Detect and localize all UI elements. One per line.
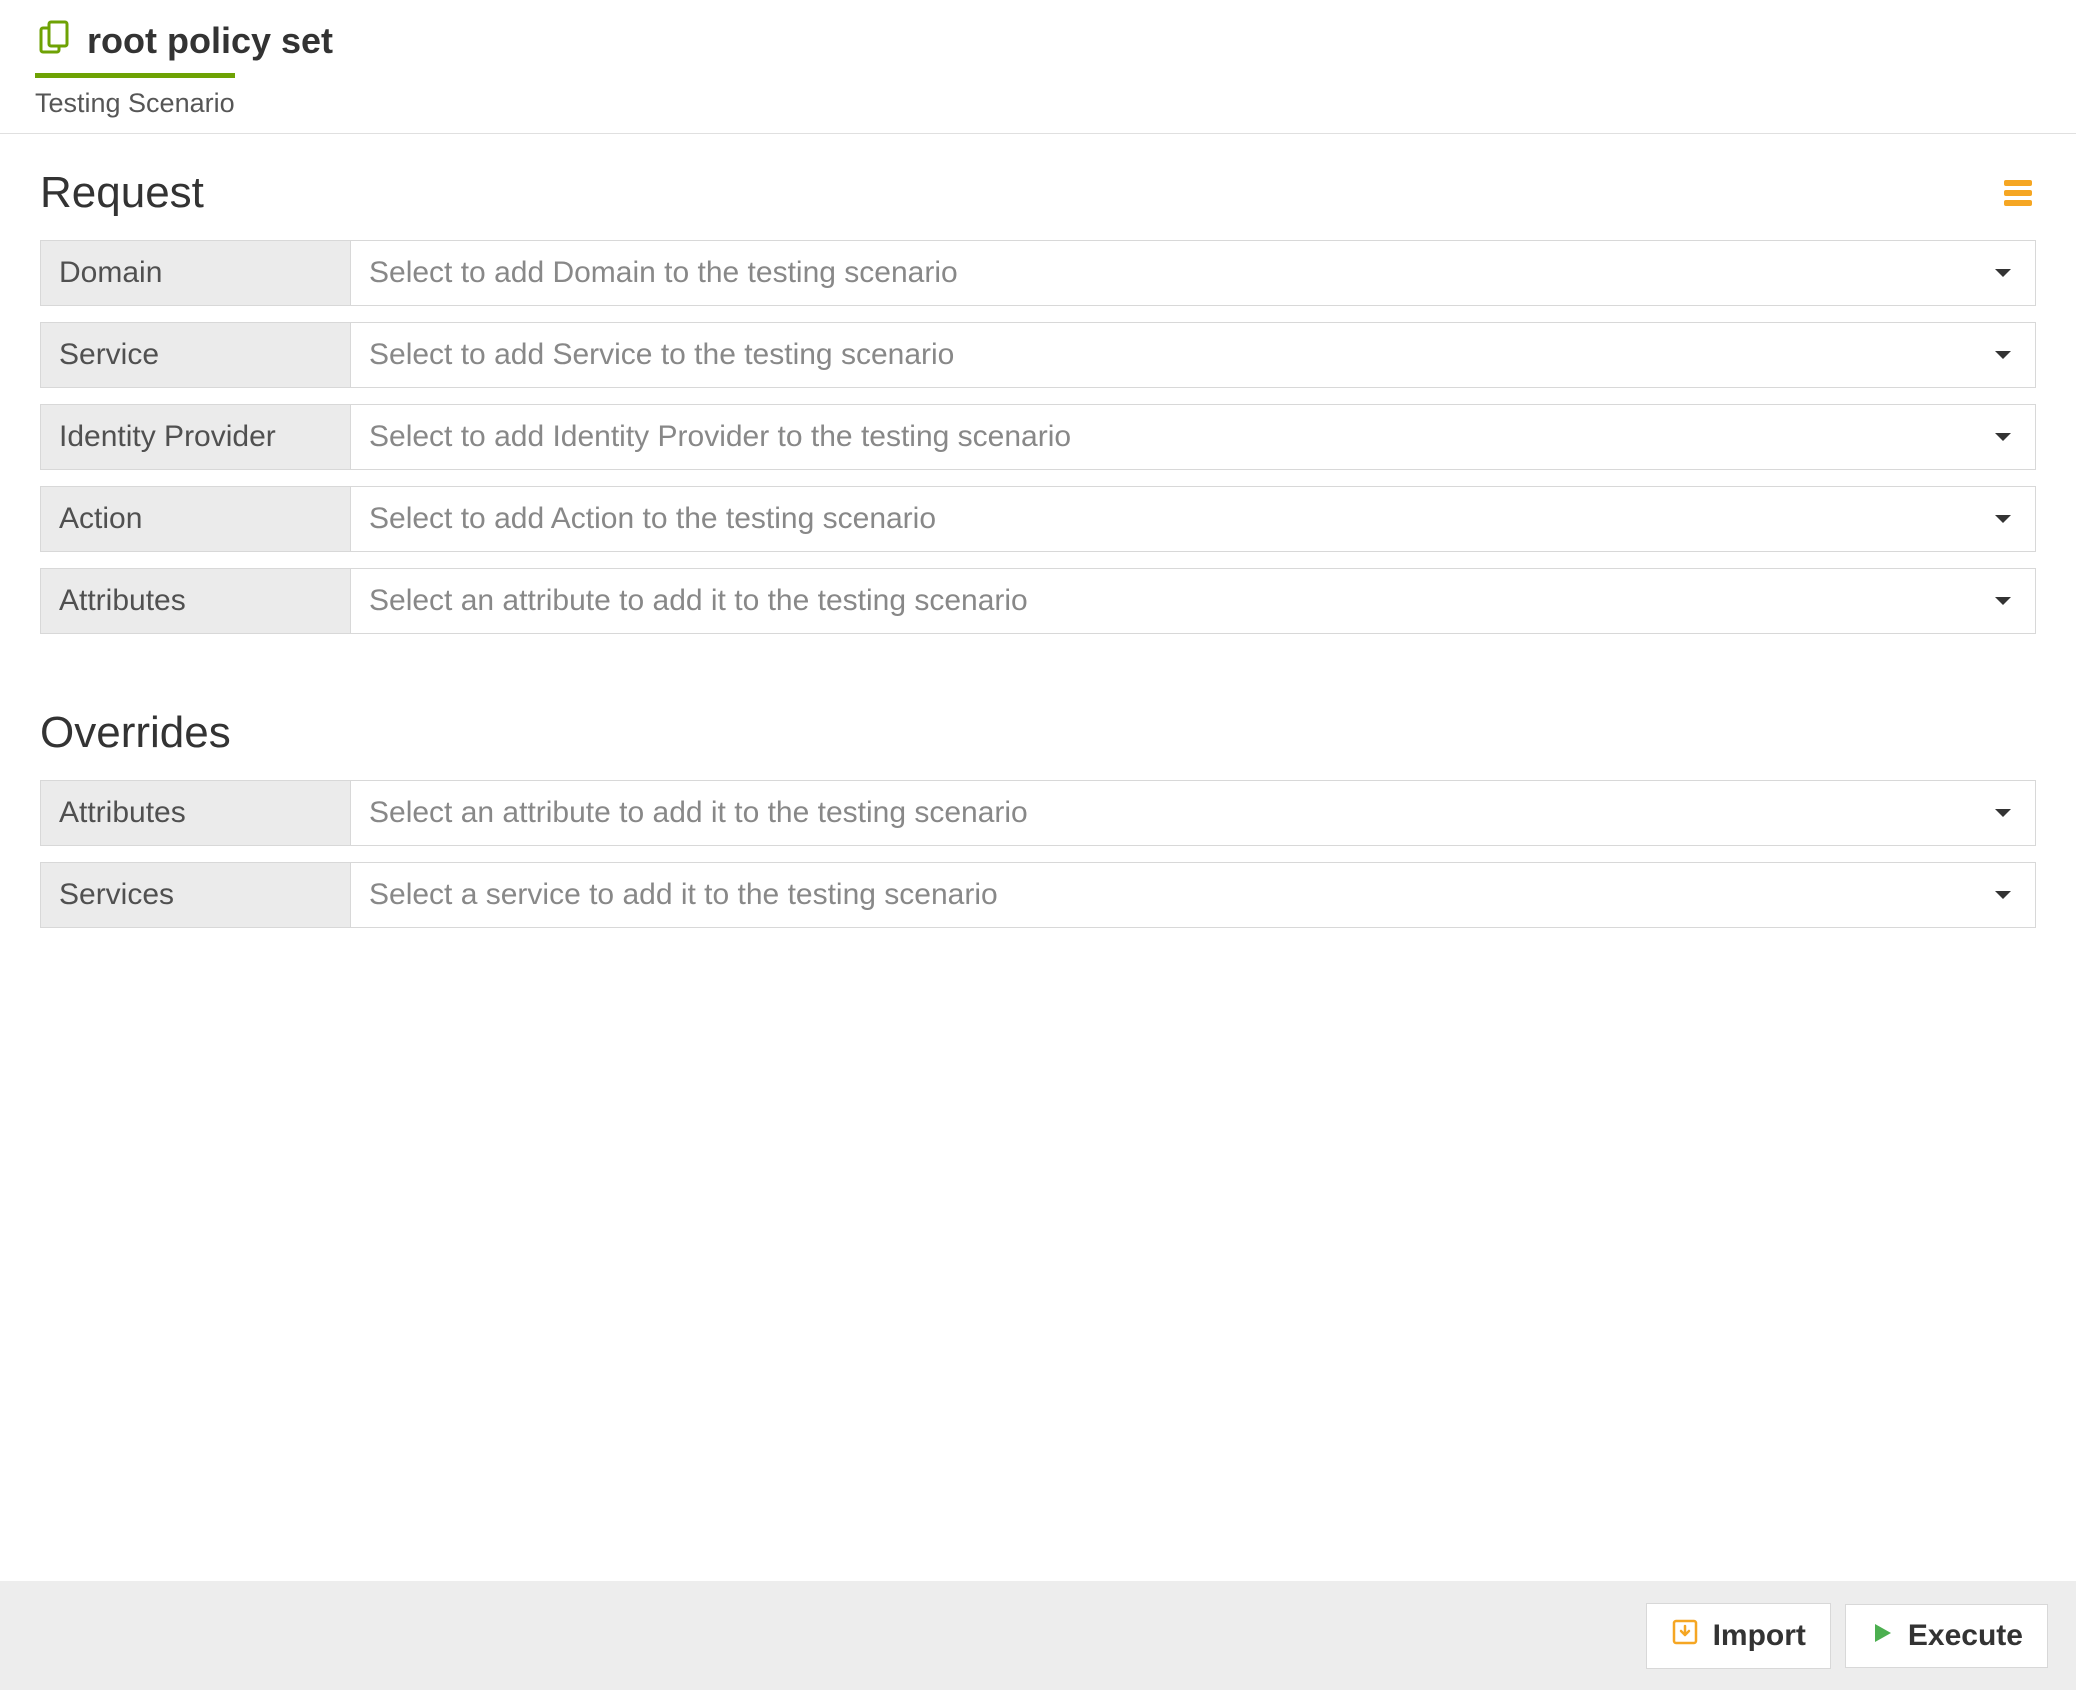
caret-down-icon — [1995, 269, 2011, 277]
label-identity-provider: Identity Provider — [40, 404, 350, 470]
content-area: Request Domain Select to add Domain to t… — [0, 134, 2076, 964]
select-service-placeholder: Select to add Service to the testing sce… — [369, 338, 954, 372]
label-domain: Domain — [40, 240, 350, 306]
select-override-attributes[interactable]: Select an attribute to add it to the tes… — [350, 780, 2036, 846]
page-header: root policy set Testing Scenario — [0, 0, 2076, 134]
select-service[interactable]: Select to add Service to the testing sce… — [350, 322, 2036, 388]
select-identity-provider[interactable]: Select to add Identity Provider to the t… — [350, 404, 2036, 470]
tab-testing-scenario[interactable]: Testing Scenario — [35, 73, 235, 133]
execute-button[interactable]: Execute — [1845, 1604, 2048, 1668]
select-attributes-placeholder: Select an attribute to add it to the tes… — [369, 584, 1028, 618]
select-override-services[interactable]: Select a service to add it to the testin… — [350, 862, 2036, 928]
tabs: Testing Scenario — [35, 73, 2041, 133]
label-action: Action — [40, 486, 350, 552]
caret-down-icon — [1995, 351, 2011, 359]
row-attributes: Attributes Select an attribute to add it… — [40, 568, 2036, 634]
label-override-services: Services — [40, 862, 350, 928]
select-domain[interactable]: Select to add Domain to the testing scen… — [350, 240, 2036, 306]
row-domain: Domain Select to add Domain to the testi… — [40, 240, 2036, 306]
label-service: Service — [40, 322, 350, 388]
row-action: Action Select to add Action to the testi… — [40, 486, 2036, 552]
policy-set-icon — [35, 18, 75, 63]
caret-down-icon — [1995, 515, 2011, 523]
page-title: root policy set — [87, 20, 333, 62]
select-override-attributes-placeholder: Select an attribute to add it to the tes… — [369, 796, 1028, 830]
import-icon — [1671, 1618, 1699, 1654]
footer-bar: Import Execute — [0, 1581, 2076, 1690]
select-domain-placeholder: Select to add Domain to the testing scen… — [369, 256, 958, 290]
request-section-header: Request — [40, 168, 2036, 218]
row-service: Service Select to add Service to the tes… — [40, 322, 2036, 388]
import-button-label: Import — [1713, 1619, 1806, 1653]
play-icon — [1870, 1619, 1894, 1653]
request-section-title: Request — [40, 168, 204, 218]
label-override-attributes: Attributes — [40, 780, 350, 846]
row-override-attributes: Attributes Select an attribute to add it… — [40, 780, 2036, 846]
caret-down-icon — [1995, 809, 2011, 817]
select-identity-provider-placeholder: Select to add Identity Provider to the t… — [369, 420, 1071, 454]
select-action[interactable]: Select to add Action to the testing scen… — [350, 486, 2036, 552]
execute-button-label: Execute — [1908, 1619, 2023, 1653]
caret-down-icon — [1995, 597, 2011, 605]
menu-icon[interactable] — [2000, 176, 2036, 210]
overrides-section-title: Overrides — [40, 708, 231, 758]
caret-down-icon — [1995, 891, 2011, 899]
select-override-services-placeholder: Select a service to add it to the testin… — [369, 878, 998, 912]
row-identity-provider: Identity Provider Select to add Identity… — [40, 404, 2036, 470]
row-override-services: Services Select a service to add it to t… — [40, 862, 2036, 928]
label-attributes: Attributes — [40, 568, 350, 634]
caret-down-icon — [1995, 433, 2011, 441]
select-action-placeholder: Select to add Action to the testing scen… — [369, 502, 936, 536]
select-attributes[interactable]: Select an attribute to add it to the tes… — [350, 568, 2036, 634]
import-button[interactable]: Import — [1646, 1603, 1831, 1669]
title-row: root policy set — [35, 18, 2041, 73]
overrides-section-header: Overrides — [40, 708, 2036, 758]
